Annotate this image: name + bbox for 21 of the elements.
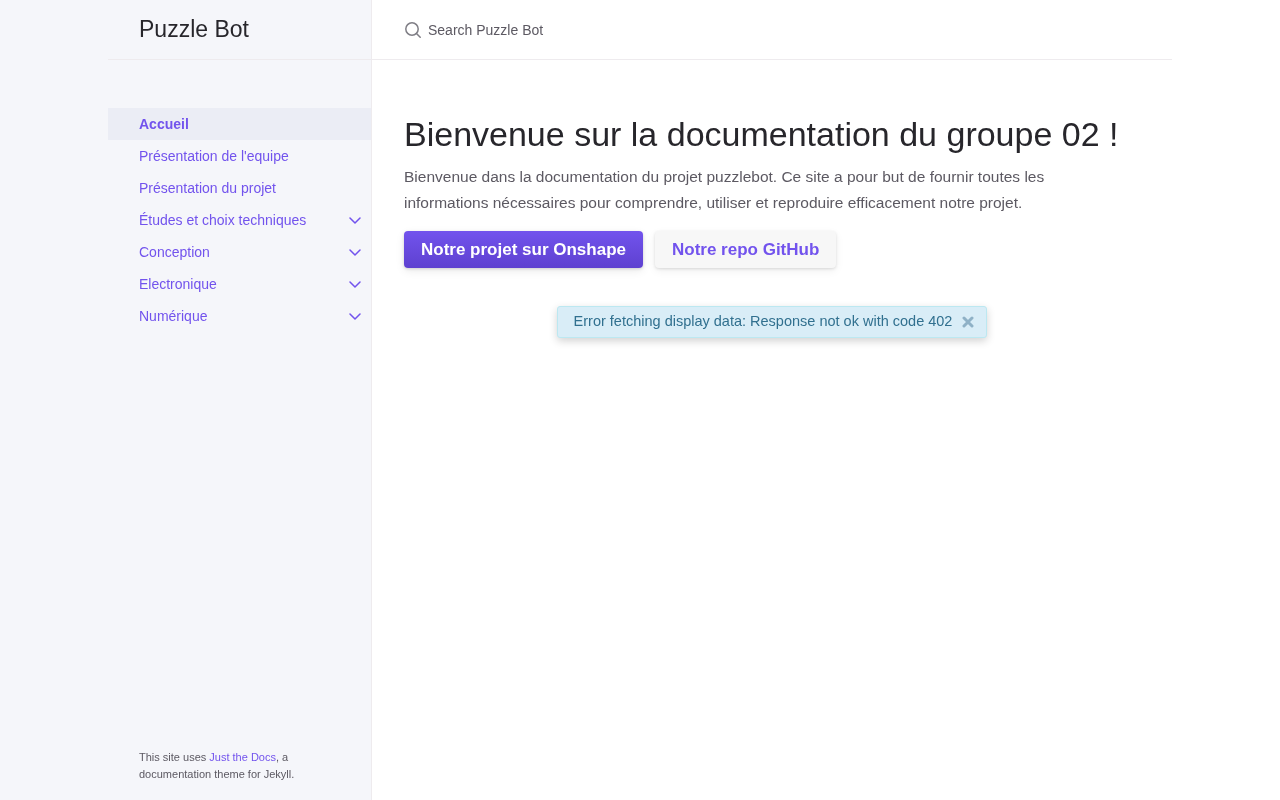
link-button[interactable]: Notre repo GitHub [655,231,837,268]
footer-link[interactable]: Just the Docs [209,751,276,763]
nav-link[interactable]: Études et choix techniques [139,209,307,231]
chevron-down-icon [349,312,361,320]
nav-link[interactable]: Electronique [139,273,217,295]
chevron-down-icon [349,280,361,288]
nav-link[interactable]: Accueil [139,113,189,135]
chevron-down-icon [349,216,361,224]
link-button[interactable]: Notre projet sur Onshape [404,231,643,268]
nav-link[interactable]: Présentation du projet [139,177,276,199]
search-field[interactable]: Search Puzzle Bot [428,17,868,42]
chevron-down-icon [349,248,361,256]
site-title[interactable]: Puzzle Bot [139,12,249,47]
footer-text: This site uses Just the Docs, a documentation theme for Jekyll. [139,750,296,782]
intro-paragraph: Bienvenue dans la documentation du projet puzzlebot. Ce site a pour but de fournir toutes les informations nécessaires pour comprendre, utiliser et reproduire efficacement notre projet. [404,167,1046,213]
search-icon [405,21,421,38]
nav-link[interactable]: Numérique [139,305,208,327]
nav-link[interactable]: Conception [139,241,210,263]
page-title: Bienvenue sur la documentation du groupe 02 ! [404,114,1119,155]
nav-link[interactable]: Présentation de l'equipe [139,145,289,167]
alert-message: Error fetching display data: Response not ok with code 402 [573,312,953,332]
